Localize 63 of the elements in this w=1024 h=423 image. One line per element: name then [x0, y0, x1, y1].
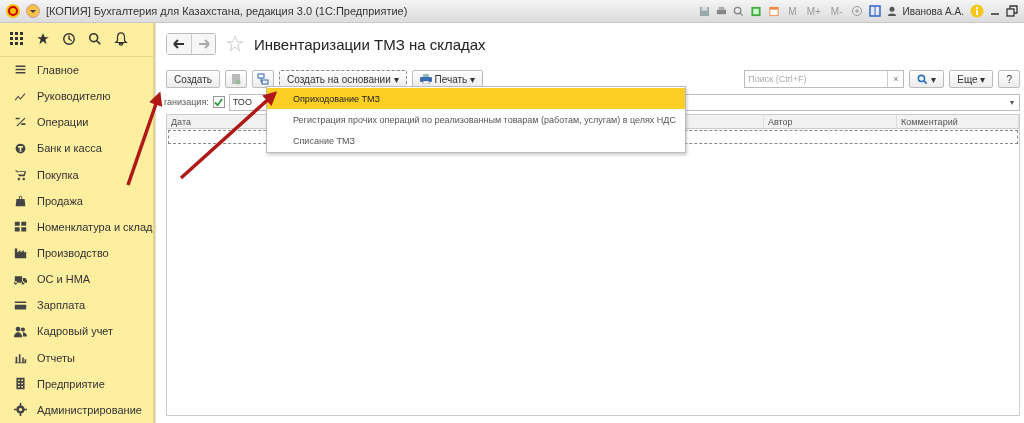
bar-chart-icon: [14, 351, 27, 365]
help-button[interactable]: ?: [998, 70, 1020, 88]
window-title: [КОПИЯ] Бухгалтерия для Казахстана, редакция 3.0 (1С:Предприятие): [46, 5, 409, 17]
calendar-icon[interactable]: [768, 5, 781, 17]
column-header[interactable]: Комментарий: [897, 115, 1019, 129]
search-button[interactable]: ▾: [909, 70, 945, 88]
sidebar-item[interactable]: Производство: [0, 239, 153, 267]
save-icon[interactable]: [699, 5, 711, 17]
bag-icon: [14, 194, 27, 208]
favorite-star-icon[interactable]: [226, 35, 244, 53]
check-icon: [214, 97, 224, 107]
sidebar-item[interactable]: Администрирование: [0, 396, 153, 423]
app-logo-icon: [6, 4, 20, 18]
apps-grid-icon[interactable]: [10, 32, 24, 47]
back-button[interactable]: [167, 34, 191, 54]
history-icon[interactable]: [62, 32, 76, 47]
user-name[interactable]: Иванова А.А.: [902, 5, 964, 17]
hierarchy-icon: [257, 73, 269, 85]
sidebar-item[interactable]: Кадровый учет: [0, 318, 153, 345]
menu-item[interactable]: Оприходование ТМЗ: [267, 88, 685, 109]
panel-icon[interactable]: [868, 5, 881, 17]
coin-icon: [14, 141, 27, 155]
card-icon: [14, 298, 27, 312]
building-icon: [14, 377, 27, 391]
filter-checkbox[interactable]: [212, 96, 225, 108]
sidebar-item[interactable]: Главное: [0, 56, 153, 84]
create-button[interactable]: Создать: [166, 70, 220, 88]
menu-caret-icon[interactable]: [26, 4, 40, 18]
search-field[interactable]: Поиск (Ctrl+F) ×: [744, 70, 905, 88]
structure-button[interactable]: [252, 70, 274, 88]
sidebar-item[interactable]: Банк и касса: [0, 135, 153, 162]
restore-icon[interactable]: [1006, 5, 1018, 17]
more-button[interactable]: Еще ▾: [949, 70, 994, 88]
bell-icon[interactable]: [114, 32, 128, 47]
printer-icon: [419, 74, 432, 84]
menu-item[interactable]: Регистрация прочих операций по реализованным товарам (работам, услугам) в целях НДС: [267, 109, 685, 130]
grid-icon: [14, 220, 27, 234]
sidebar-item[interactable]: Зарплата: [0, 292, 153, 319]
sidebar-item[interactable]: Операции: [0, 109, 153, 136]
column-header[interactable]: Автор: [764, 115, 897, 129]
back-arrow-icon: [173, 39, 185, 49]
people-icon: [14, 324, 27, 338]
sidebar-item[interactable]: Покупка: [0, 161, 153, 188]
filter-label: ганизация:: [164, 97, 209, 107]
sidebar-item[interactable]: Отчеты: [0, 344, 153, 371]
search-icon: [917, 73, 929, 85]
form-title: Инвентаризации ТМЗ на складах: [254, 35, 486, 53]
cart-icon: [14, 168, 27, 182]
debit-credit-icon: [14, 115, 27, 129]
menu-item[interactable]: Списание ТМЗ: [267, 130, 685, 151]
sidebar-item[interactable]: ОС и НМА: [0, 266, 153, 293]
sidebar-item[interactable]: Продажа: [0, 187, 153, 214]
sidebar-item[interactable]: Номенклатура и склад: [0, 213, 153, 240]
printer-icon[interactable]: [716, 5, 728, 17]
copy-button[interactable]: [225, 70, 247, 88]
user-icon: [886, 6, 897, 16]
document-icon: [230, 73, 242, 85]
factory-icon: [14, 246, 27, 260]
sidebar-item[interactable]: Предприятие: [0, 370, 153, 397]
sidebar-item[interactable]: Руководителю: [0, 83, 153, 110]
lines-icon: [14, 63, 27, 77]
search-icon[interactable]: [88, 32, 102, 47]
forward-arrow-icon: [197, 39, 210, 49]
